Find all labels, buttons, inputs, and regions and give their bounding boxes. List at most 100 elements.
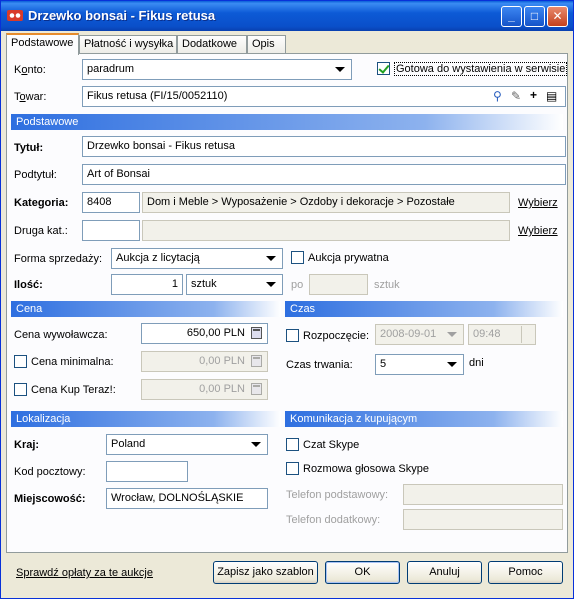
save-template-button[interactable]: Zapisz jako szablon <box>213 561 318 584</box>
private-auction-checkbox[interactable] <box>291 251 304 264</box>
city-label: Miejscowość: <box>14 493 86 505</box>
min-price-checkbox[interactable] <box>14 355 27 368</box>
country-label: Kraj: <box>14 439 40 451</box>
skype-voice-checkbox[interactable] <box>286 462 299 475</box>
chevron-down-icon <box>266 282 276 287</box>
private-auction-label: Aukcja prywatna <box>308 252 389 264</box>
ready-label: Gotowa do wystawienia w serwisie <box>394 62 568 76</box>
min-price-label: Cena minimalna: <box>31 356 114 368</box>
category-id: 8408 <box>87 196 112 208</box>
section-location-header: Lokalizacja <box>11 411 281 427</box>
start-time-checkbox[interactable] <box>286 329 299 342</box>
city-input[interactable]: Wrocław, DOLNOŚLĄSKIE <box>106 488 268 509</box>
title-input[interactable]: Drzewko bonsai - Fikus retusa <box>82 136 566 157</box>
tab-dodatkowe[interactable]: Dodatkowe <box>177 35 247 54</box>
spinner-icon <box>521 326 534 343</box>
duration-label: Czas trwania: <box>286 359 353 371</box>
unit-value: sztuk <box>191 278 217 290</box>
minimize-button[interactable]: _ <box>501 6 522 27</box>
buynow-checkbox[interactable] <box>14 383 27 396</box>
category-label: Kategoria: <box>14 197 69 209</box>
subtitle-value: Art of Bonsai <box>87 168 150 180</box>
tab-podstawowe[interactable]: Podstawowe <box>6 33 79 55</box>
category-path: Dom i Meble > Wyposażenie > Ozdoby i dek… <box>147 196 455 208</box>
ok-button[interactable]: OK <box>325 561 400 584</box>
phone1-label: Telefon podstawowy: <box>286 489 389 501</box>
window-title: Drzewko bonsai - Fikus retusa <box>28 8 216 23</box>
section-basic-header: Podstawowe <box>11 114 563 130</box>
postal-code-input[interactable] <box>106 461 188 482</box>
skype-chat-checkbox[interactable] <box>286 438 299 451</box>
quantity-input[interactable]: 1 <box>111 274 183 295</box>
cancel-button[interactable]: Anuluj <box>407 561 482 584</box>
skype-voice-label: Rozmowa głosowa Skype <box>303 463 429 475</box>
per-label: po <box>291 279 304 291</box>
account-label: Konto: <box>14 64 46 76</box>
buynow-value: 0,00 PLN <box>199 383 245 395</box>
check-fees-link[interactable]: Sprawdź opłaty za te aukcje <box>16 567 153 579</box>
min-price-value: 0,00 PLN <box>199 355 245 367</box>
min-price-input: 0,00 PLN <box>141 351 268 372</box>
help-button[interactable]: Pomoc <box>488 561 563 584</box>
country-select[interactable]: Poland <box>106 434 268 455</box>
calculator-icon[interactable] <box>251 327 262 339</box>
account-select[interactable]: paradrum <box>82 59 352 80</box>
duration-select[interactable]: 5 <box>375 354 464 375</box>
chevron-down-icon <box>266 256 276 261</box>
choose-category-link[interactable]: Wybierz <box>518 197 558 209</box>
sale-form-label: Forma sprzedaży: <box>14 253 103 265</box>
dialog-client: Podstawowe Płatność i wysyłka Dodatkowe … <box>4 31 570 595</box>
title-label: Tytuł: <box>14 142 44 154</box>
buynow-label: Cena Kup Teraz!: <box>31 384 116 396</box>
chevron-down-icon <box>447 332 457 337</box>
category-id-input[interactable]: 8408 <box>82 192 140 213</box>
tab-opis[interactable]: Opis <box>247 35 286 54</box>
phone2-label: Telefon dodatkowy: <box>286 514 381 526</box>
country-value: Poland <box>111 438 146 450</box>
minimize-icon: _ <box>508 9 515 23</box>
category2-id-input[interactable] <box>82 220 140 241</box>
start-time-label: Rozpoczęcie: <box>303 330 370 342</box>
quantity-label: Ilość: <box>14 279 43 291</box>
plus-icon[interactable]: + <box>530 89 537 101</box>
close-icon: ✕ <box>552 9 563 23</box>
phone1-input <box>403 484 563 505</box>
start-price-input[interactable]: 650,00 PLN <box>141 323 268 344</box>
start-price-label: Cena wywoławcza: <box>14 329 108 341</box>
per-input <box>309 274 368 295</box>
tab-platnosc[interactable]: Płatność i wysyłka <box>79 35 177 54</box>
ready-checkbox[interactable] <box>377 62 390 75</box>
sale-form-select[interactable]: Aukcja z licytacją <box>111 248 283 269</box>
section-contact-header: Komunikacja z kupującym <box>285 411 563 427</box>
phone2-input <box>403 509 563 530</box>
maximize-button[interactable]: □ <box>524 6 545 27</box>
subtitle-input[interactable]: Art of Bonsai <box>82 164 566 185</box>
search-icon[interactable]: ⚲ <box>493 90 502 102</box>
calculator-icon <box>251 383 262 395</box>
dialog-window: Drzewko bonsai - Fikus retusa _ □ ✕ Pods… <box>0 0 574 599</box>
title-bar[interactable]: Drzewko bonsai - Fikus retusa _ □ ✕ <box>1 1 573 31</box>
per-unit-label: sztuk <box>374 279 400 291</box>
section-time-header: Czas <box>285 301 563 317</box>
unit-select[interactable]: sztuk <box>186 274 283 295</box>
skype-chat-label: Czat Skype <box>303 439 360 451</box>
category-path-field: Dom i Meble > Wyposażenie > Ozdoby i dek… <box>142 192 510 213</box>
section-price-header: Cena <box>11 301 281 317</box>
subtitle-label: Podtytuł: <box>14 169 57 181</box>
start-date-value: 2008-09-01 <box>380 328 437 340</box>
app-icon <box>7 10 23 21</box>
account-value: paradrum <box>87 63 135 75</box>
list-icon[interactable]: ▤ <box>546 90 557 102</box>
close-button[interactable]: ✕ <box>547 6 568 27</box>
pencil-icon[interactable]: ✎ <box>511 90 521 102</box>
product-value: Fikus retusa (FI/15/0052110) <box>87 90 228 102</box>
duration-value: 5 <box>380 358 387 370</box>
category2-label: Druga kat.: <box>14 225 68 237</box>
start-date-select: 2008-09-01 <box>375 324 464 345</box>
title-value: Drzewko bonsai - Fikus retusa <box>87 140 235 152</box>
choose-category2-link[interactable]: Wybierz <box>518 225 558 237</box>
maximize-icon: □ <box>530 9 539 23</box>
start-time-input: 09:48 <box>468 324 536 345</box>
start-time-value: 09:48 <box>473 328 501 340</box>
quantity-value: 1 <box>171 278 178 290</box>
